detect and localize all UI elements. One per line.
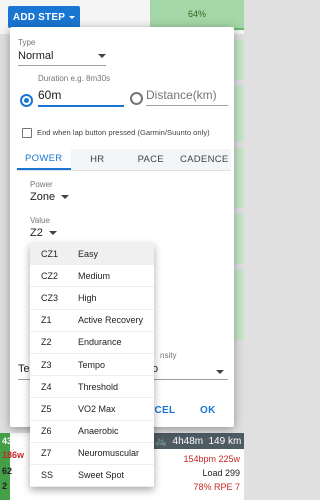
- ride-distance: 149 km: [208, 435, 242, 447]
- type-label: Type: [18, 38, 36, 47]
- lap-checkbox[interactable]: [22, 128, 32, 138]
- chevron-down-icon: [216, 370, 224, 374]
- zone-menu-item[interactable]: CZ3 High: [30, 287, 154, 310]
- chevron-down-icon: [61, 195, 70, 199]
- type-value: Normal: [18, 50, 54, 62]
- type-underline: [18, 65, 106, 66]
- ride-load: Load 299: [202, 468, 240, 478]
- duration-underline: [38, 105, 124, 107]
- duration-label: Duration e.g. 8m30s: [38, 74, 111, 83]
- zone-name: Anaerobic: [78, 426, 119, 437]
- zone-name: Easy: [78, 248, 99, 259]
- bg-value: 186w: [2, 450, 25, 460]
- zone-menu-item[interactable]: Z6 Anaerobic: [30, 421, 154, 443]
- zone-value: Z2: [30, 227, 43, 239]
- zone-name: Sweet Spot: [78, 470, 125, 481]
- zone-name: Endurance: [78, 337, 122, 348]
- zone-menu-item[interactable]: CZ1 Easy: [30, 243, 154, 266]
- zone-name: VO2 Max: [78, 403, 116, 414]
- zone-code: Z3: [41, 359, 52, 370]
- zone-menu-item[interactable]: Z2 Endurance: [30, 332, 154, 354]
- zone-code: Z4: [41, 381, 52, 392]
- zone-code: CZ2: [41, 270, 59, 281]
- zone-menu-item[interactable]: Z4 Threshold: [30, 376, 154, 399]
- ride-time: 4h48m: [172, 435, 204, 447]
- zone-name: Active Recovery: [78, 315, 144, 326]
- chevron-down-icon: [69, 15, 76, 19]
- power-select[interactable]: Zone: [30, 191, 70, 203]
- duration-radio[interactable]: [20, 94, 33, 107]
- ride-summary-bar: 🚲 4h48m 149 km: [152, 433, 244, 449]
- zone-menu: CZ1 Easy CZ2 Medium CZ3 High Z1 Active Recovery…: [30, 243, 154, 488]
- zone-menu-item[interactable]: Z3 Tempo: [30, 354, 154, 377]
- zone-name: Neuromuscular: [78, 448, 140, 459]
- tab-hr[interactable]: HR: [71, 149, 125, 170]
- bg-value: 43: [2, 436, 13, 446]
- zone-code: Z5: [41, 403, 52, 414]
- zone-name: Tempo: [78, 359, 106, 370]
- chevron-down-icon: [48, 231, 57, 235]
- add-step-label: ADD STEP: [12, 11, 66, 23]
- zone-menu-item[interactable]: Z7 Neuromuscular: [30, 443, 154, 465]
- add-step-button[interactable]: ADD STEP: [8, 6, 80, 28]
- zone-menu-item[interactable]: Z1 Active Recovery: [30, 310, 154, 332]
- power-label: Power: [30, 180, 53, 189]
- ok-button[interactable]: OK: [200, 405, 216, 416]
- ride-rpe: 78% RPE 7: [193, 482, 240, 492]
- zone-select[interactable]: Z2: [30, 227, 57, 239]
- zone-name: High: [78, 292, 97, 303]
- tab-cadence[interactable]: CADENCE: [178, 149, 232, 170]
- tab-power[interactable]: POWER: [17, 149, 71, 170]
- target-tabs: POWER HR PACE CADENCE: [17, 149, 231, 171]
- progress-label: 64%: [150, 0, 244, 30]
- zone-code: CZ1: [41, 248, 59, 259]
- value-label: Value: [30, 216, 50, 225]
- power-value: Zone: [30, 191, 56, 203]
- text-field[interactable]: Te: [18, 363, 30, 375]
- tab-pace[interactable]: PACE: [124, 149, 178, 170]
- zone-code: CZ3: [41, 292, 59, 303]
- zone-code: SS: [41, 470, 54, 481]
- zone-code: Z2: [41, 337, 52, 348]
- zone-code: Z6: [41, 426, 52, 437]
- distance-radio[interactable]: [130, 92, 143, 105]
- bg-value: 2: [2, 481, 8, 491]
- bike-icon: 🚲: [154, 435, 168, 447]
- distance-underline: [146, 105, 228, 106]
- intensity-label: nsity: [160, 351, 177, 360]
- duration-input[interactable]: 60m: [38, 88, 61, 102]
- type-select[interactable]: Normal: [18, 50, 106, 62]
- zone-menu-item[interactable]: CZ2 Medium: [30, 265, 154, 288]
- zone-name: Medium: [78, 270, 111, 281]
- chevron-down-icon: [98, 54, 106, 58]
- zone-menu-item[interactable]: SS Sweet Spot: [30, 465, 154, 488]
- zone-menu-item[interactable]: Z5 VO2 Max: [30, 398, 154, 421]
- lap-checkbox-label: End when lap button pressed (Garmin/Suun…: [37, 128, 210, 137]
- zone-code: Z7: [41, 448, 52, 459]
- zone-name: Threshold: [78, 381, 119, 392]
- bg-value: 62: [2, 466, 13, 476]
- ride-power: 154bpm 225w: [183, 454, 240, 464]
- distance-input[interactable]: Distance(km): [146, 88, 217, 102]
- zone-code: Z1: [41, 315, 52, 326]
